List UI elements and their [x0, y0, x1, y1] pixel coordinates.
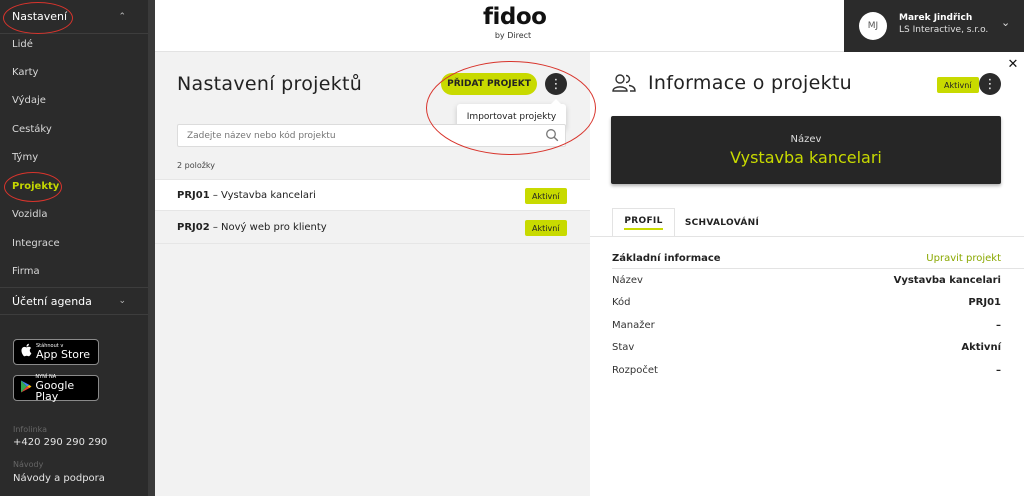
- google-play-label: Google Play: [35, 378, 75, 403]
- field-value: Vystavba kancelari: [893, 275, 1001, 286]
- fidoo-logo[interactable]: fidoo by Direct: [483, 3, 547, 41]
- logo-subtitle: by Direct: [494, 31, 532, 40]
- sidebar: Nastavení ⌃ Lidé Karty Výdaje Cestáky Tý…: [0, 0, 148, 496]
- app-store-label: App Store: [36, 348, 91, 361]
- close-icon[interactable]: ✕: [1004, 55, 1022, 73]
- table-row[interactable]: PRJ02 – Nový web pro klienty Aktivní: [155, 212, 590, 244]
- page-title: Nastavení projektů: [177, 73, 363, 95]
- hero-value: Vystavba kancelari: [730, 148, 882, 167]
- nav-section-ucetni-agenda[interactable]: Účetní agenda ⌄: [0, 287, 148, 315]
- more-options-icon[interactable]: ⋮: [979, 73, 1001, 95]
- sidebar-scrollbar[interactable]: [148, 0, 155, 496]
- field-value: PRJ01: [968, 297, 1001, 308]
- more-options-icon[interactable]: ⋮: [545, 73, 567, 95]
- field-label: Rozpočet: [612, 365, 658, 376]
- field-label: Název: [612, 275, 643, 286]
- hero-label: Název: [790, 134, 822, 145]
- sidebar-item-tymy[interactable]: Týmy: [12, 150, 38, 166]
- section-title: Základní informace: [612, 253, 721, 264]
- sidebar-item-lide[interactable]: Lidé: [12, 37, 33, 53]
- users-icon: [612, 74, 636, 92]
- user-menu[interactable]: MJ Marek Jindřich LS Interactive, s.r.o.…: [844, 0, 1024, 52]
- play-icon: [20, 380, 35, 397]
- detail-title: Informace o projektu: [648, 72, 852, 94]
- navody-label: Návody: [13, 460, 44, 469]
- search-icon[interactable]: [545, 128, 559, 142]
- sidebar-item-cestaky[interactable]: Cestáky: [12, 122, 52, 138]
- project-name: – Vystavba kancelari: [209, 189, 316, 201]
- logo-text-a: fid: [483, 4, 516, 30]
- navody-link[interactable]: Návody a podpora: [13, 473, 105, 484]
- sidebar-item-firma[interactable]: Firma: [12, 264, 40, 280]
- status-badge: Aktivní: [937, 77, 979, 93]
- field-label: Kód: [612, 297, 631, 308]
- avatar: MJ: [859, 12, 887, 40]
- edit-project-link[interactable]: Upravit projekt: [901, 253, 1001, 264]
- chevron-up-icon: ⌃: [118, 11, 126, 22]
- user-name: Marek Jindřich: [899, 13, 973, 23]
- tab-profil[interactable]: PROFIL: [612, 208, 675, 237]
- items-count: 2 položky: [177, 161, 216, 170]
- apple-icon: [20, 343, 36, 361]
- tab-label: PROFIL: [624, 216, 663, 230]
- project-code: PRJ01: [177, 189, 210, 201]
- project-code: PRJ02: [177, 222, 210, 233]
- tab-schvalovani[interactable]: SCHVALOVÁNÍ: [676, 208, 768, 237]
- section-divider: [612, 268, 1024, 269]
- nav-section-nastaveni[interactable]: Nastavení ⌃: [0, 0, 148, 34]
- app-store-button[interactable]: Stáhnout v App Store: [13, 339, 99, 365]
- logo-text-b: oo: [515, 4, 547, 30]
- infolinka-label: Infolinka: [13, 425, 48, 434]
- project-name-card: Název Vystavba kancelari: [611, 116, 1001, 184]
- field-label: Manažer: [612, 320, 655, 331]
- sidebar-item-vydaje[interactable]: Výdaje: [12, 93, 46, 109]
- table-row[interactable]: PRJ01 – Vystavba kancelari Aktivní: [155, 179, 590, 211]
- sidebar-item-integrace[interactable]: Integrace: [12, 236, 60, 252]
- chevron-down-icon: ⌄: [118, 296, 126, 306]
- sidebar-item-vozidla[interactable]: Vozidla: [12, 207, 47, 223]
- field-value: –: [996, 365, 1001, 376]
- nav-section-label: Nastavení: [12, 10, 68, 23]
- status-badge: Aktivní: [525, 220, 567, 236]
- project-name: – Nový web pro klienty: [209, 222, 327, 233]
- google-play-button[interactable]: NYNÍ NA Google Play: [13, 374, 99, 403]
- sidebar-item-karty[interactable]: Karty: [12, 65, 38, 81]
- infolinka-phone[interactable]: +420 290 290 290: [13, 437, 107, 448]
- field-value: Aktivní: [961, 342, 1001, 353]
- search-input[interactable]: [177, 124, 566, 147]
- sidebar-item-projekty[interactable]: Projekty: [12, 179, 59, 195]
- field-value: –: [996, 320, 1001, 331]
- tab-divider: [590, 236, 1024, 237]
- chevron-down-icon: ⌄: [1001, 16, 1011, 29]
- status-badge: Aktivní: [525, 188, 567, 204]
- field-label: Stav: [612, 342, 635, 353]
- add-project-button[interactable]: PŘIDAT PROJEKT: [441, 73, 537, 95]
- nav-section-label: Účetní agenda: [12, 294, 92, 308]
- user-company: LS Interactive, s.r.o.: [899, 25, 989, 35]
